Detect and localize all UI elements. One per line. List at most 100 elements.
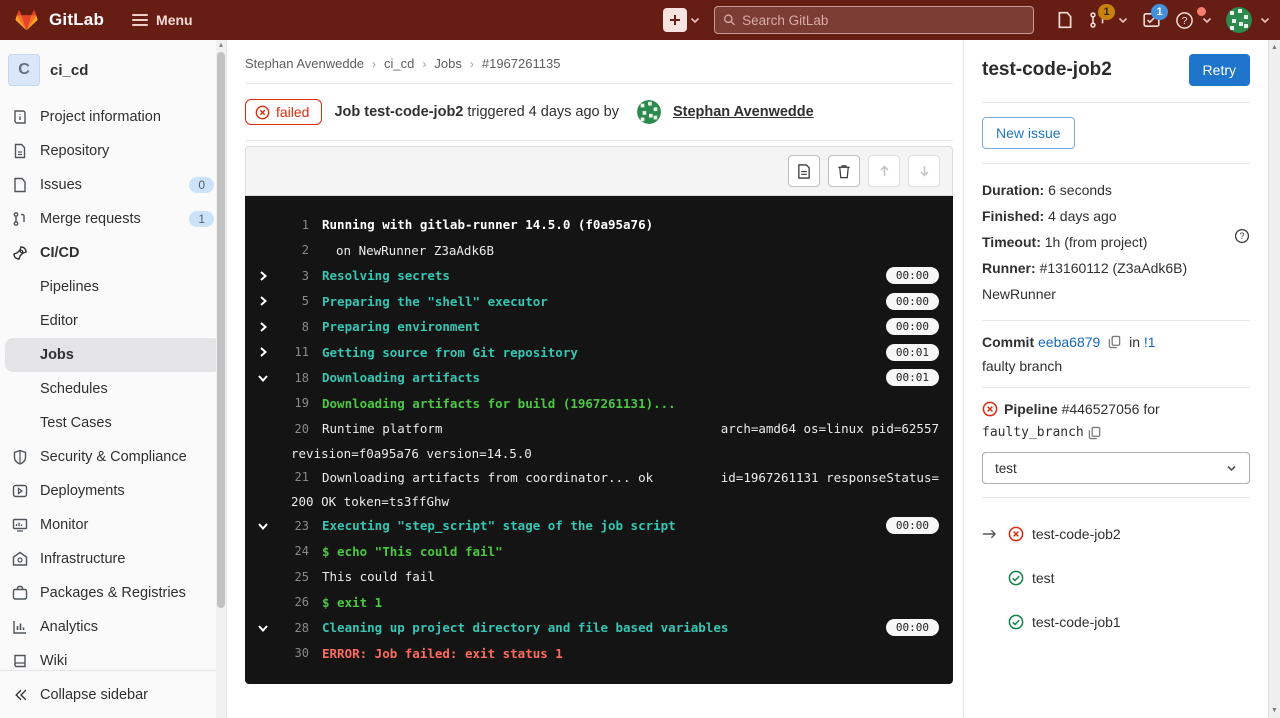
sidebar-item-label: Editor: [40, 313, 78, 329]
help-menu-button[interactable]: ?: [1175, 11, 1212, 30]
search-input[interactable]: [742, 13, 1025, 28]
log-line-number[interactable]: 8: [279, 320, 309, 334]
scroll-to-top-button[interactable]: [868, 155, 900, 187]
log-line-number[interactable]: 23: [279, 519, 309, 533]
erase-log-button[interactable]: [828, 155, 860, 187]
merge-request-link[interactable]: !1: [1144, 334, 1156, 350]
timeout-help-icon[interactable]: ?: [1234, 228, 1250, 244]
sidebar-item-monitor[interactable]: Monitor: [0, 508, 226, 542]
section-toggle[interactable]: [257, 270, 279, 282]
sidebar-item-label: Deployments: [40, 483, 125, 499]
pipeline-job-row-current[interactable]: test-code-job2: [982, 526, 1250, 542]
sidebar-item-jobs[interactable]: Jobs: [5, 338, 221, 372]
breadcrumb-user[interactable]: Stephan Avenwedde: [245, 56, 364, 71]
scroll-down-arrow-icon[interactable]: ▼: [1269, 707, 1280, 714]
breadcrumb-project[interactable]: ci_cd: [384, 56, 414, 71]
scroll-to-bottom-button[interactable]: [908, 155, 940, 187]
log-line-number[interactable]: 18: [279, 371, 309, 385]
sidebar-item-issues[interactable]: Issues 0: [0, 168, 226, 202]
sidebar-item-infrastructure[interactable]: Infrastructure: [0, 542, 226, 576]
sidebar-item-project-information[interactable]: Project information: [0, 100, 226, 134]
merge-requests-button[interactable]: 1: [1088, 11, 1128, 29]
gitlab-logo-icon[interactable]: [14, 8, 39, 32]
job-link[interactable]: test: [1032, 570, 1055, 586]
section-toggle[interactable]: [257, 520, 279, 532]
infrastructure-icon: [12, 550, 30, 568]
user-menu-button[interactable]: [1226, 7, 1270, 33]
log-line-number[interactable]: 5: [279, 294, 309, 308]
log-line-number[interactable]: 28: [279, 621, 309, 635]
commit-sha-link[interactable]: eeba6879: [1038, 334, 1100, 350]
log-line: 26 $ exit 1: [257, 590, 939, 616]
log-line-number[interactable]: 1: [279, 218, 309, 232]
job-link[interactable]: test-code-job1: [1032, 614, 1121, 630]
breadcrumb-jobs[interactable]: Jobs: [434, 56, 461, 71]
menu-button[interactable]: Menu: [132, 12, 193, 28]
avatar[interactable]: [637, 100, 661, 124]
sidebar-item-schedules[interactable]: Schedules: [0, 372, 226, 406]
sidebar-item-security-compliance[interactable]: Security & Compliance: [0, 440, 226, 474]
sidebar-item-analytics[interactable]: Analytics: [0, 610, 226, 644]
notification-dot: [1197, 7, 1206, 16]
section-duration-badge: 00:00: [886, 517, 939, 534]
section-toggle[interactable]: [257, 372, 279, 384]
log-line-number[interactable]: 11: [279, 345, 309, 359]
todos-button[interactable]: 1: [1142, 11, 1161, 29]
sidebar-item-test-cases[interactable]: Test Cases: [0, 406, 226, 440]
new-issue-button[interactable]: New issue: [982, 117, 1075, 149]
global-search[interactable]: [714, 6, 1034, 34]
log-line-number[interactable]: 26: [279, 595, 309, 609]
sidebar-item-label: Infrastructure: [40, 551, 125, 567]
pipeline-job-row[interactable]: test-code-job1: [982, 614, 1250, 630]
pipeline-id[interactable]: #446527056: [1062, 401, 1140, 417]
sidebar-item-ci-cd[interactable]: CI/CD: [0, 236, 226, 270]
chevron-right-icon: [257, 346, 269, 358]
scroll-up-arrow-icon[interactable]: ▲: [216, 40, 226, 49]
sidebar-item-wiki[interactable]: Wiki: [0, 644, 226, 670]
sidebar-item-editor[interactable]: Editor: [0, 304, 226, 338]
sidebar-item-repository[interactable]: Repository: [0, 134, 226, 168]
new-menu-button[interactable]: [663, 8, 700, 32]
log-line-number[interactable]: 24: [279, 544, 309, 558]
breadcrumb-job-id[interactable]: #1967261135: [482, 56, 561, 71]
sidebar-item-label: Repository: [40, 143, 109, 159]
log-line-number[interactable]: 30: [279, 646, 309, 660]
show-raw-log-button[interactable]: [788, 155, 820, 187]
log-line-text: Cleaning up project directory and file b…: [322, 620, 728, 635]
breadcrumb-separator: ›: [470, 57, 474, 71]
scroll-up-arrow-icon[interactable]: ▲: [1269, 44, 1280, 51]
copy-icon[interactable]: [1088, 426, 1101, 440]
sidebar-scrollbar[interactable]: ▲: [216, 40, 226, 718]
sidebar-project[interactable]: C ci_cd: [0, 46, 226, 100]
trigger-user-link[interactable]: Stephan Avenwedde: [673, 104, 814, 120]
section-toggle[interactable]: [257, 622, 279, 634]
log-line-number[interactable]: 21: [279, 470, 309, 484]
copy-icon[interactable]: [1108, 335, 1121, 349]
log-line-number[interactable]: 2: [279, 243, 309, 257]
issues-dashboard-button[interactable]: [1056, 11, 1074, 29]
log-line-number[interactable]: 20: [279, 422, 309, 436]
sidebar-item-merge-requests[interactable]: Merge requests 1: [0, 202, 226, 236]
log-line-text: Preparing environment: [322, 319, 480, 334]
sidebar-item-deployments[interactable]: Deployments: [0, 474, 226, 508]
section-toggle[interactable]: [257, 346, 279, 358]
page-scrollbar[interactable]: ▲ ▼: [1268, 40, 1280, 718]
pipeline-ref[interactable]: faulty_branch: [982, 425, 1084, 440]
collapse-sidebar-button[interactable]: Collapse sidebar: [0, 670, 226, 718]
retry-button[interactable]: Retry: [1189, 54, 1250, 86]
brand-wordmark[interactable]: GitLab: [49, 10, 104, 30]
log-line-number[interactable]: 19: [279, 396, 309, 410]
stage-dropdown[interactable]: test: [982, 452, 1250, 484]
scrollbar-thumb[interactable]: [217, 52, 225, 608]
sidebar-item-packages-registries[interactable]: Packages & Registries: [0, 576, 226, 610]
log-line: 19 Downloading artifacts for build (1967…: [257, 391, 939, 417]
project-name: ci_cd: [50, 62, 88, 79]
job-link[interactable]: test-code-job2: [1032, 526, 1121, 542]
log-line-number[interactable]: 25: [279, 570, 309, 584]
sidebar-item-pipelines[interactable]: Pipelines: [0, 270, 226, 304]
log-line-number[interactable]: 3: [279, 269, 309, 283]
section-toggle[interactable]: [257, 321, 279, 333]
pipeline-job-row[interactable]: test: [982, 570, 1250, 586]
section-toggle[interactable]: [257, 295, 279, 307]
log-line: 20 Runtime platform arch=amd64 os=linux …: [257, 416, 939, 465]
